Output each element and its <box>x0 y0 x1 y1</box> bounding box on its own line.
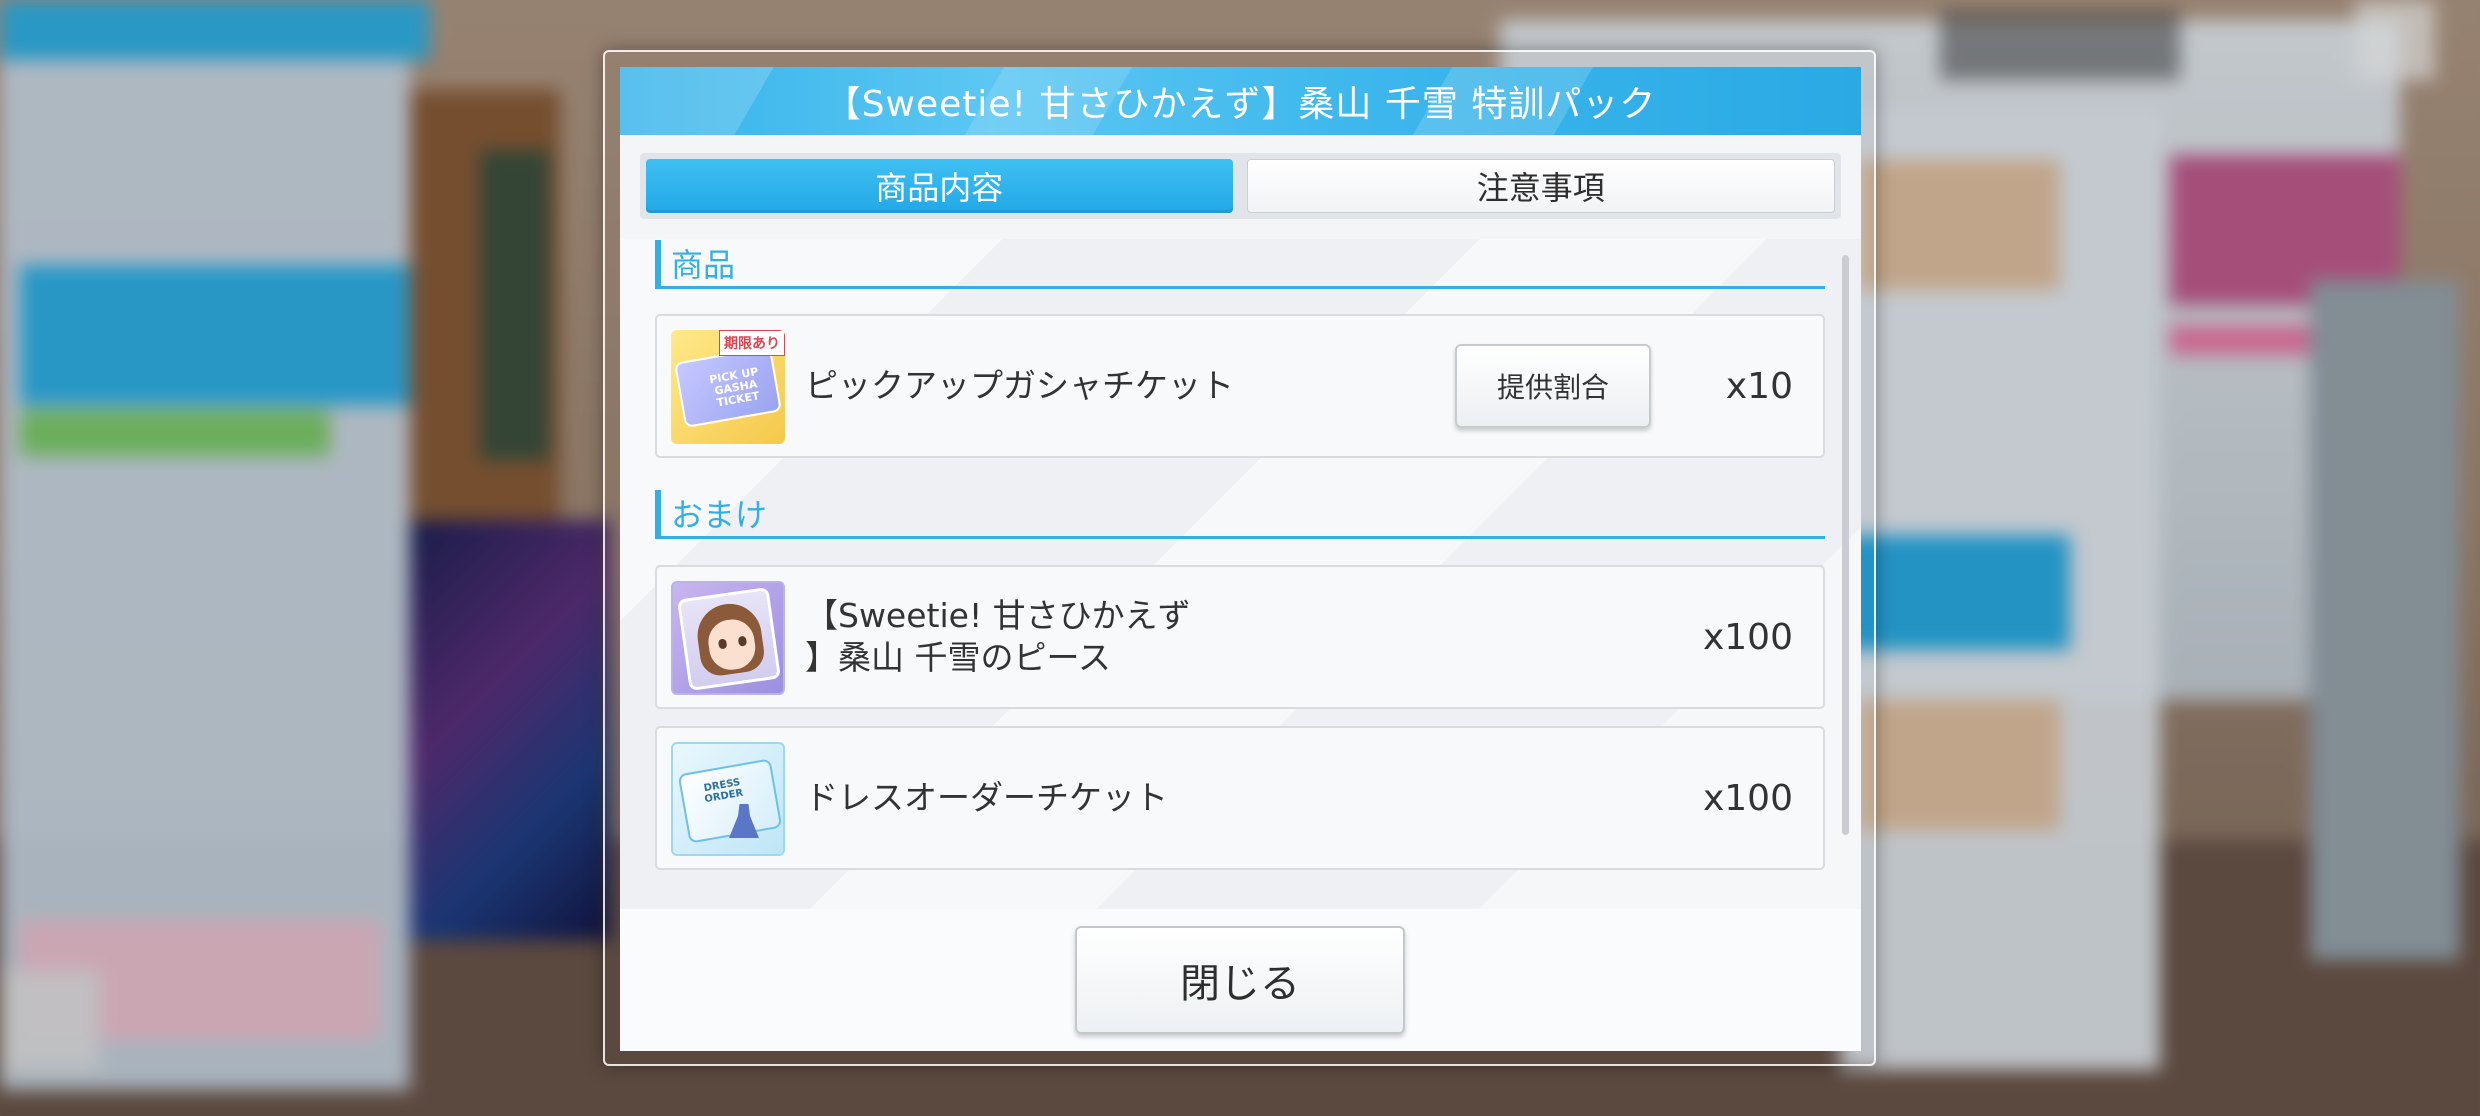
item-quantity: x100 <box>1702 777 1793 819</box>
bonus-item-dress-ticket: DRESS ORDER ドレスオーダーチケット x100 <box>655 726 1825 870</box>
dialog-body: 【Sweetie! 甘さひかえず】桑山 千雪 特訓パック 商品内容 注意事項 商… <box>620 67 1861 1051</box>
item-name: ピックアップガシャチケット <box>805 366 1234 405</box>
section-accent-bar <box>655 239 661 286</box>
dialog-footer: 閉じる <box>620 909 1861 1051</box>
close-button[interactable]: 閉じる <box>1075 926 1405 1034</box>
section-bonus-label: おまけ <box>671 495 768 534</box>
tab-bar: 商品内容 注意事項 <box>640 153 1841 219</box>
item-name-line1: 【Sweetie! 甘さひかえず <box>805 596 1191 635</box>
time-limited-badge: 期限あり <box>719 330 785 356</box>
idol-piece-icon <box>671 581 785 695</box>
section-bonus-heading: おまけ <box>655 489 1825 539</box>
product-item-gacha-ticket: PICK UP GASHA TICKET 期限あり ピックアップガシャチケット … <box>655 314 1825 458</box>
idol-portrait <box>677 587 781 691</box>
dress-order-ticket-icon: DRESS ORDER <box>671 742 785 856</box>
item-name: 【Sweetie! 甘さひかえず 】桑山 千雪のピース <box>805 567 1191 707</box>
content-scrollbar[interactable] <box>1842 255 1849 835</box>
section-accent-bar <box>655 489 661 536</box>
tab-notes[interactable]: 注意事項 <box>1246 159 1835 213</box>
dialog-title-bar: 【Sweetie! 甘さひかえず】桑山 千雪 特訓パック <box>620 67 1861 135</box>
item-name-line2: 】桑山 千雪のピース <box>805 638 1111 677</box>
pack-detail-dialog: 【Sweetie! 甘さひかえず】桑山 千雪 特訓パック 商品内容 注意事項 商… <box>603 50 1876 1066</box>
content-scroll-area[interactable]: 商品 PICK UP GASHA TICKET 期限あり ピックアップガシャチケ… <box>620 239 1861 909</box>
tab-contents[interactable]: 商品内容 <box>646 159 1233 213</box>
dialog-title: 【Sweetie! 甘さひかえず】桑山 千雪 特訓パック <box>824 84 1657 125</box>
section-products-label: 商品 <box>671 245 736 284</box>
item-quantity: x100 <box>1702 616 1793 658</box>
drop-rate-button[interactable]: 提供割合 <box>1455 344 1651 428</box>
item-name: ドレスオーダーチケット <box>805 778 1168 817</box>
gacha-ticket-icon: PICK UP GASHA TICKET 期限あり <box>671 330 785 444</box>
item-quantity: x10 <box>1725 365 1793 407</box>
section-products-heading: 商品 <box>655 239 1825 289</box>
bonus-item-idol-piece: 【Sweetie! 甘さひかえず 】桑山 千雪のピース x100 <box>655 565 1825 709</box>
